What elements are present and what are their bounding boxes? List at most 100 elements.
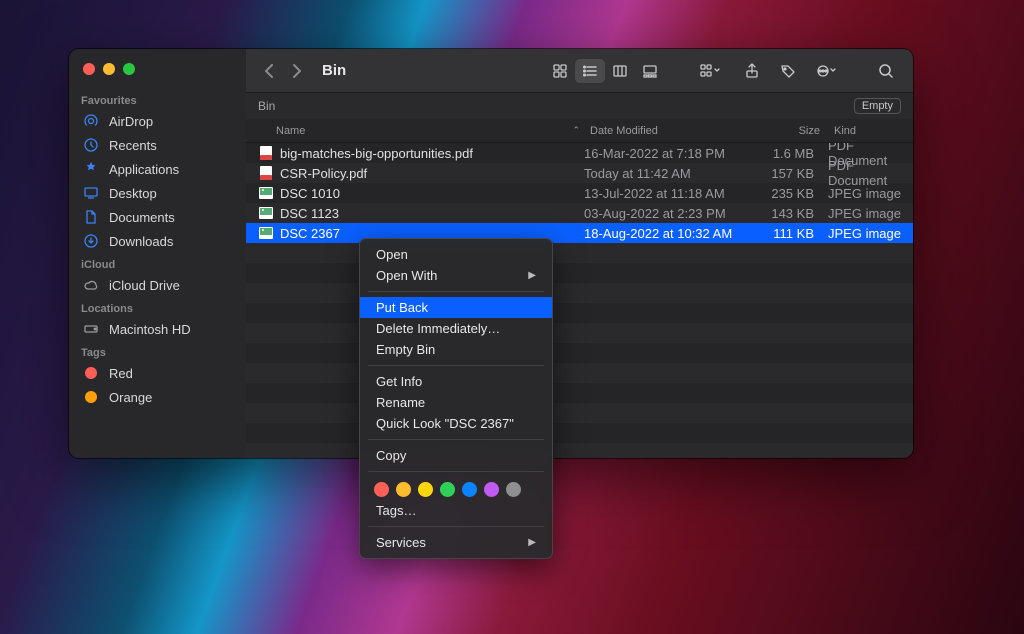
menu-item-put-back[interactable]: Put Back bbox=[360, 297, 552, 318]
menu-separator bbox=[368, 365, 544, 366]
sidebar-item-label: Red bbox=[109, 366, 133, 381]
sidebar-item-airdrop[interactable]: AirDrop bbox=[69, 109, 246, 133]
column-view-button[interactable] bbox=[605, 59, 635, 83]
sidebar-item-label: Recents bbox=[109, 138, 157, 153]
gallery-view-button[interactable] bbox=[635, 59, 665, 83]
view-switcher bbox=[545, 59, 665, 83]
chevron-right-icon: ▶ bbox=[528, 270, 536, 281]
main-pane: Bin Bin Empty Name⌃ Date Modified Size bbox=[246, 49, 913, 458]
sidebar-item-orange[interactable]: Orange bbox=[69, 385, 246, 409]
file-row[interactable]: DSC 112303-Aug-2022 at 2:23 PM143 KBJPEG… bbox=[246, 203, 913, 223]
forward-button[interactable] bbox=[286, 60, 308, 82]
file-name: CSR-Policy.pdf bbox=[280, 166, 367, 181]
menu-item-rename[interactable]: Rename bbox=[360, 392, 552, 413]
file-size: 235 KB bbox=[748, 186, 828, 201]
desktop-icon bbox=[83, 185, 99, 201]
col-name[interactable]: Name⌃ bbox=[276, 125, 590, 137]
tag-color-#ffd60a[interactable] bbox=[418, 482, 433, 497]
tag-color-#0a84ff[interactable] bbox=[462, 482, 477, 497]
menu-item-label: Copy bbox=[376, 448, 406, 463]
empty-row bbox=[246, 283, 913, 303]
toolbar: Bin bbox=[246, 49, 913, 93]
menu-item-label: Get Info bbox=[376, 374, 422, 389]
download-icon bbox=[83, 233, 99, 249]
menu-item-services[interactable]: Services▶ bbox=[360, 532, 552, 553]
back-button[interactable] bbox=[258, 60, 280, 82]
empty-row bbox=[246, 403, 913, 423]
file-row[interactable]: DSC 236718-Aug-2022 at 10:32 AM111 KBJPE… bbox=[246, 223, 913, 243]
sidebar-section-label: iCloud bbox=[69, 253, 246, 273]
file-date: 13-Jul-2022 at 11:18 AM bbox=[584, 186, 748, 201]
empty-row bbox=[246, 443, 913, 458]
sidebar-item-downloads[interactable]: Downloads bbox=[69, 229, 246, 253]
list-view-button[interactable] bbox=[575, 59, 605, 83]
sidebar-item-label: Applications bbox=[109, 162, 179, 177]
menu-item-tags[interactable]: Tags… bbox=[360, 500, 552, 521]
tag-color-#30d158[interactable] bbox=[440, 482, 455, 497]
empty-row bbox=[246, 243, 913, 263]
menu-item-delete-immediately[interactable]: Delete Immediately… bbox=[360, 318, 552, 339]
icon-view-button[interactable] bbox=[545, 59, 575, 83]
close-button[interactable] bbox=[83, 63, 95, 75]
minimize-button[interactable] bbox=[103, 63, 115, 75]
action-button[interactable] bbox=[809, 59, 845, 83]
col-date[interactable]: Date Modified bbox=[590, 125, 754, 137]
file-row[interactable]: CSR-Policy.pdfToday at 11:42 AM157 KBPDF… bbox=[246, 163, 913, 183]
doc-icon bbox=[83, 209, 99, 225]
window-title: Bin bbox=[322, 62, 346, 79]
col-kind[interactable]: Kind bbox=[834, 125, 913, 137]
menu-item-open-with[interactable]: Open With▶ bbox=[360, 265, 552, 286]
menu-separator bbox=[368, 439, 544, 440]
menu-item-get-info[interactable]: Get Info bbox=[360, 371, 552, 392]
file-icon bbox=[258, 185, 274, 201]
file-kind: JPEG image bbox=[828, 226, 913, 241]
file-icon bbox=[258, 145, 274, 161]
group-button[interactable] bbox=[691, 59, 731, 83]
tag-color-#ffbd2e[interactable] bbox=[396, 482, 411, 497]
share-button[interactable] bbox=[737, 59, 767, 83]
menu-item-label: Rename bbox=[376, 395, 425, 410]
cloud-icon bbox=[83, 277, 99, 293]
disk-icon bbox=[83, 321, 99, 337]
file-icon bbox=[258, 165, 274, 181]
sidebar-item-documents[interactable]: Documents bbox=[69, 205, 246, 229]
search-button[interactable] bbox=[871, 59, 901, 83]
sidebar: FavouritesAirDrop Recents Applications Desk… bbox=[69, 49, 246, 458]
menu-item-open[interactable]: Open bbox=[360, 244, 552, 265]
sidebar-item-red[interactable]: Red bbox=[69, 361, 246, 385]
tag-color-#ff6159[interactable] bbox=[374, 482, 389, 497]
menu-separator bbox=[368, 526, 544, 527]
sidebar-item-applications[interactable]: Applications bbox=[69, 157, 246, 181]
sidebar-item-desktop[interactable]: Desktop bbox=[69, 181, 246, 205]
file-icon bbox=[258, 205, 274, 221]
empty-row bbox=[246, 343, 913, 363]
col-size[interactable]: Size bbox=[754, 125, 834, 137]
menu-item-label: Delete Immediately… bbox=[376, 321, 500, 336]
menu-item-copy[interactable]: Copy bbox=[360, 445, 552, 466]
file-row[interactable]: big-matches-big-opportunities.pdf16-Mar-… bbox=[246, 143, 913, 163]
sidebar-item-icloud-drive[interactable]: iCloud Drive bbox=[69, 273, 246, 297]
menu-item-label: Open bbox=[376, 247, 408, 262]
empty-row bbox=[246, 303, 913, 323]
tag-color-#8e8e93[interactable] bbox=[506, 482, 521, 497]
sidebar-item-label: Documents bbox=[109, 210, 175, 225]
sidebar-section-label: Favourites bbox=[69, 89, 246, 109]
sidebar-item-recents[interactable]: Recents bbox=[69, 133, 246, 157]
file-row[interactable]: DSC 101013-Jul-2022 at 11:18 AM235 KBJPE… bbox=[246, 183, 913, 203]
file-list: big-matches-big-opportunities.pdf16-Mar-… bbox=[246, 143, 913, 458]
empty-trash-button[interactable]: Empty bbox=[854, 98, 901, 114]
menu-item-quick-look-dsc-2367[interactable]: Quick Look "DSC 2367" bbox=[360, 413, 552, 434]
file-name: big-matches-big-opportunities.pdf bbox=[280, 146, 473, 161]
zoom-button[interactable] bbox=[123, 63, 135, 75]
sidebar-item-macintosh-hd[interactable]: Macintosh HD bbox=[69, 317, 246, 341]
sidebar-item-label: Macintosh HD bbox=[109, 322, 191, 337]
tags-button[interactable] bbox=[773, 59, 803, 83]
tag-color-#bf5af2[interactable] bbox=[484, 482, 499, 497]
column-headers: Name⌃ Date Modified Size Kind bbox=[246, 119, 913, 143]
file-name: DSC 1123 bbox=[280, 206, 339, 221]
sidebar-item-label: Desktop bbox=[109, 186, 157, 201]
menu-item-empty-bin[interactable]: Empty Bin bbox=[360, 339, 552, 360]
sidebar-section-label: Tags bbox=[69, 341, 246, 361]
empty-row bbox=[246, 383, 913, 403]
file-icon bbox=[258, 225, 274, 241]
